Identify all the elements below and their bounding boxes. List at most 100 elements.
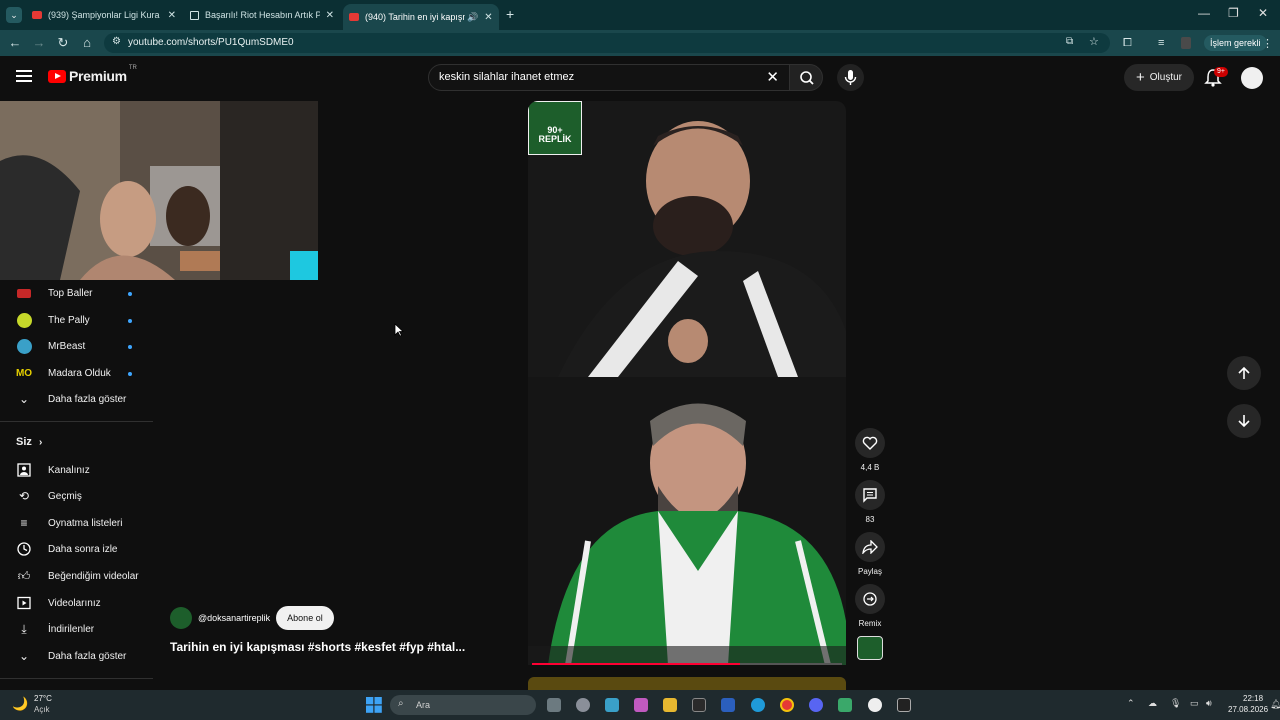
hamburger-menu-icon[interactable] [16,70,32,82]
subscribe-button[interactable]: Abone ol [276,606,334,630]
cloud-icon[interactable]: ☁ [1148,698,1157,709]
store-icon[interactable] [692,698,706,712]
speaker-icon[interactable]: 🔊 [467,12,478,23]
sidebar-item-liked-videos[interactable]: 👍︎ Beğendiğim videolar [0,563,153,589]
tab-list-button[interactable]: ⌄ [6,7,22,23]
youtube-icon [349,13,359,21]
channel-avatar [16,338,32,354]
clock-date[interactable]: 27.08.2026 [1228,705,1268,714]
you-section-header[interactable]: Siz › [16,436,42,448]
profile-icon[interactable] [1181,37,1191,49]
sidebar-item-downloads[interactable]: ⤓ İndirilenler [0,616,153,642]
share-button[interactable] [855,532,885,562]
next-short-preview[interactable] [528,677,846,690]
app-icon[interactable] [634,698,648,712]
channel-avatar[interactable] [170,607,192,629]
taskbar-search[interactable]: ⌕ Ara [390,695,536,715]
account-avatar[interactable] [1241,67,1263,89]
clear-search-icon[interactable]: ✕ [766,68,779,86]
notification-badge: 9+ [1214,67,1228,77]
minimize-icon[interactable]: — [1198,6,1210,20]
voice-search-button[interactable] [837,64,864,91]
weather-temperature[interactable]: 27°C [34,694,52,703]
show-more-subscriptions[interactable]: ⌄ Daha fazla göster [0,386,153,412]
short-title[interactable]: Tarihin en iyi kapışması #shorts #kesfet… [170,640,465,654]
extensions-icon[interactable]: ⧠ [1123,37,1132,50]
like-count: 4,4 B [860,463,880,472]
windows-start-icon[interactable] [366,697,382,713]
previous-short-button[interactable] [1227,356,1261,390]
sidebar-item-playlists[interactable]: ≡ Oynatma listeleri [0,510,153,536]
bookmark-star-icon[interactable]: ☆ [1089,35,1099,48]
sidebar-item-history[interactable]: ⟲ Geçmiş [0,483,153,509]
volume-icon[interactable]: 🔊︎ [1206,698,1212,709]
photos-app-icon[interactable] [605,698,619,712]
sidebar-item-label: Kanalınız [48,464,90,476]
network-icon[interactable]: ▭ [1190,698,1199,709]
plus-icon: + [1136,69,1145,86]
site-info-icon[interactable]: ⚙ [112,36,121,47]
download-icon: ⤓ [21,621,27,636]
chevron-up-icon[interactable]: ⌃ [1127,698,1135,709]
short-video-player[interactable]: 90+ REPLİK [528,101,846,665]
youtube-premium-logo[interactable]: Premium TR [48,65,137,84]
action-required-button[interactable]: İşlem gerekli [1204,35,1267,51]
maximize-icon[interactable]: ❐ [1228,6,1239,20]
sidebar-item-top-baller[interactable]: Top Baller [0,280,153,306]
tab-3-active[interactable]: (940) Tarihin en iyi kapışma 🔊 ✕ [343,4,499,30]
new-tab-button[interactable]: + [506,6,514,22]
tab-1[interactable]: (939) Şampiyonlar Ligi Kura Çe ✕ [26,4,182,26]
next-short-button[interactable] [1227,404,1261,438]
forward-icon[interactable]: → [31,35,47,50]
comment-count: 83 [865,515,875,524]
url-field[interactable]: ⚙ youtube.com/shorts/PU1QumSDME0 ⧉ ☆ [104,33,1110,53]
sidebar-item-madara-olduk[interactable]: MO Madara Olduk [0,360,153,386]
close-window-icon[interactable]: ✕ [1258,6,1268,20]
back-icon[interactable]: ← [7,35,23,50]
sidebar-item-mrbeast[interactable]: MrBeast [0,333,153,359]
sound-source-thumbnail[interactable] [857,636,883,660]
sidebar-item-the-pally[interactable]: The Pally [0,307,153,333]
clock-time[interactable]: 22:18 [1243,694,1263,703]
chrome-icon[interactable] [780,698,794,712]
channel-name[interactable]: @doksanartireplik [198,613,270,623]
progress-track[interactable] [532,663,842,665]
media-control-icon[interactable]: ≡ [1158,37,1164,49]
home-icon[interactable]: ⌂ [79,35,95,50]
progress-fill [532,663,740,665]
sidebar-item-watch-later[interactable]: Daha sonra izle [0,536,153,562]
close-tab-icon[interactable]: ✕ [484,12,492,23]
reload-icon[interactable]: ↻ [55,35,71,51]
search-button[interactable] [789,64,823,91]
app-icon[interactable] [838,698,852,712]
youtube-header: Premium TR keskin silahlar ihanet etmez … [0,56,1280,101]
word-icon[interactable] [721,698,735,712]
epic-games-icon[interactable] [897,698,911,712]
microphone-icon[interactable]: 🎙︎ [1170,698,1181,709]
app-icon[interactable] [868,698,882,712]
search-input[interactable]: keskin silahlar ihanet etmez ✕ [428,64,790,91]
browser-menu-icon[interactable]: ⋮ [1262,37,1273,50]
create-button[interactable]: + Oluştur [1124,64,1194,91]
close-tab-icon[interactable]: ✕ [168,10,176,21]
remix-button[interactable] [855,584,885,614]
tab-2[interactable]: Başarılı! Riot Hesabın Artık Pla ✕ [184,4,340,26]
install-app-icon[interactable]: ⧉ [1066,36,1073,47]
discord-icon[interactable] [809,698,823,712]
mouse-cursor-icon [394,323,404,337]
channel-avatar [16,312,32,328]
search-icon [800,71,814,85]
sidebar-item-your-channel[interactable]: Kanalınız [0,457,153,483]
sidebar-item-your-videos[interactable]: Videolarınız [0,590,153,616]
file-explorer-icon[interactable] [663,698,677,712]
close-tab-icon[interactable]: ✕ [326,10,334,21]
comments-button[interactable] [855,480,885,510]
like-button[interactable] [855,428,885,458]
notification-icon[interactable]: 🔔︎ [1270,699,1280,710]
task-view-icon[interactable] [547,698,561,712]
settings-gear-icon[interactable] [576,698,590,712]
show-more-label: Daha fazla göster [48,650,127,662]
show-more-you[interactable]: ⌄ Daha fazla göster [0,643,153,669]
edge-icon[interactable] [751,698,765,712]
sidebar-item-label: MrBeast [48,340,86,352]
